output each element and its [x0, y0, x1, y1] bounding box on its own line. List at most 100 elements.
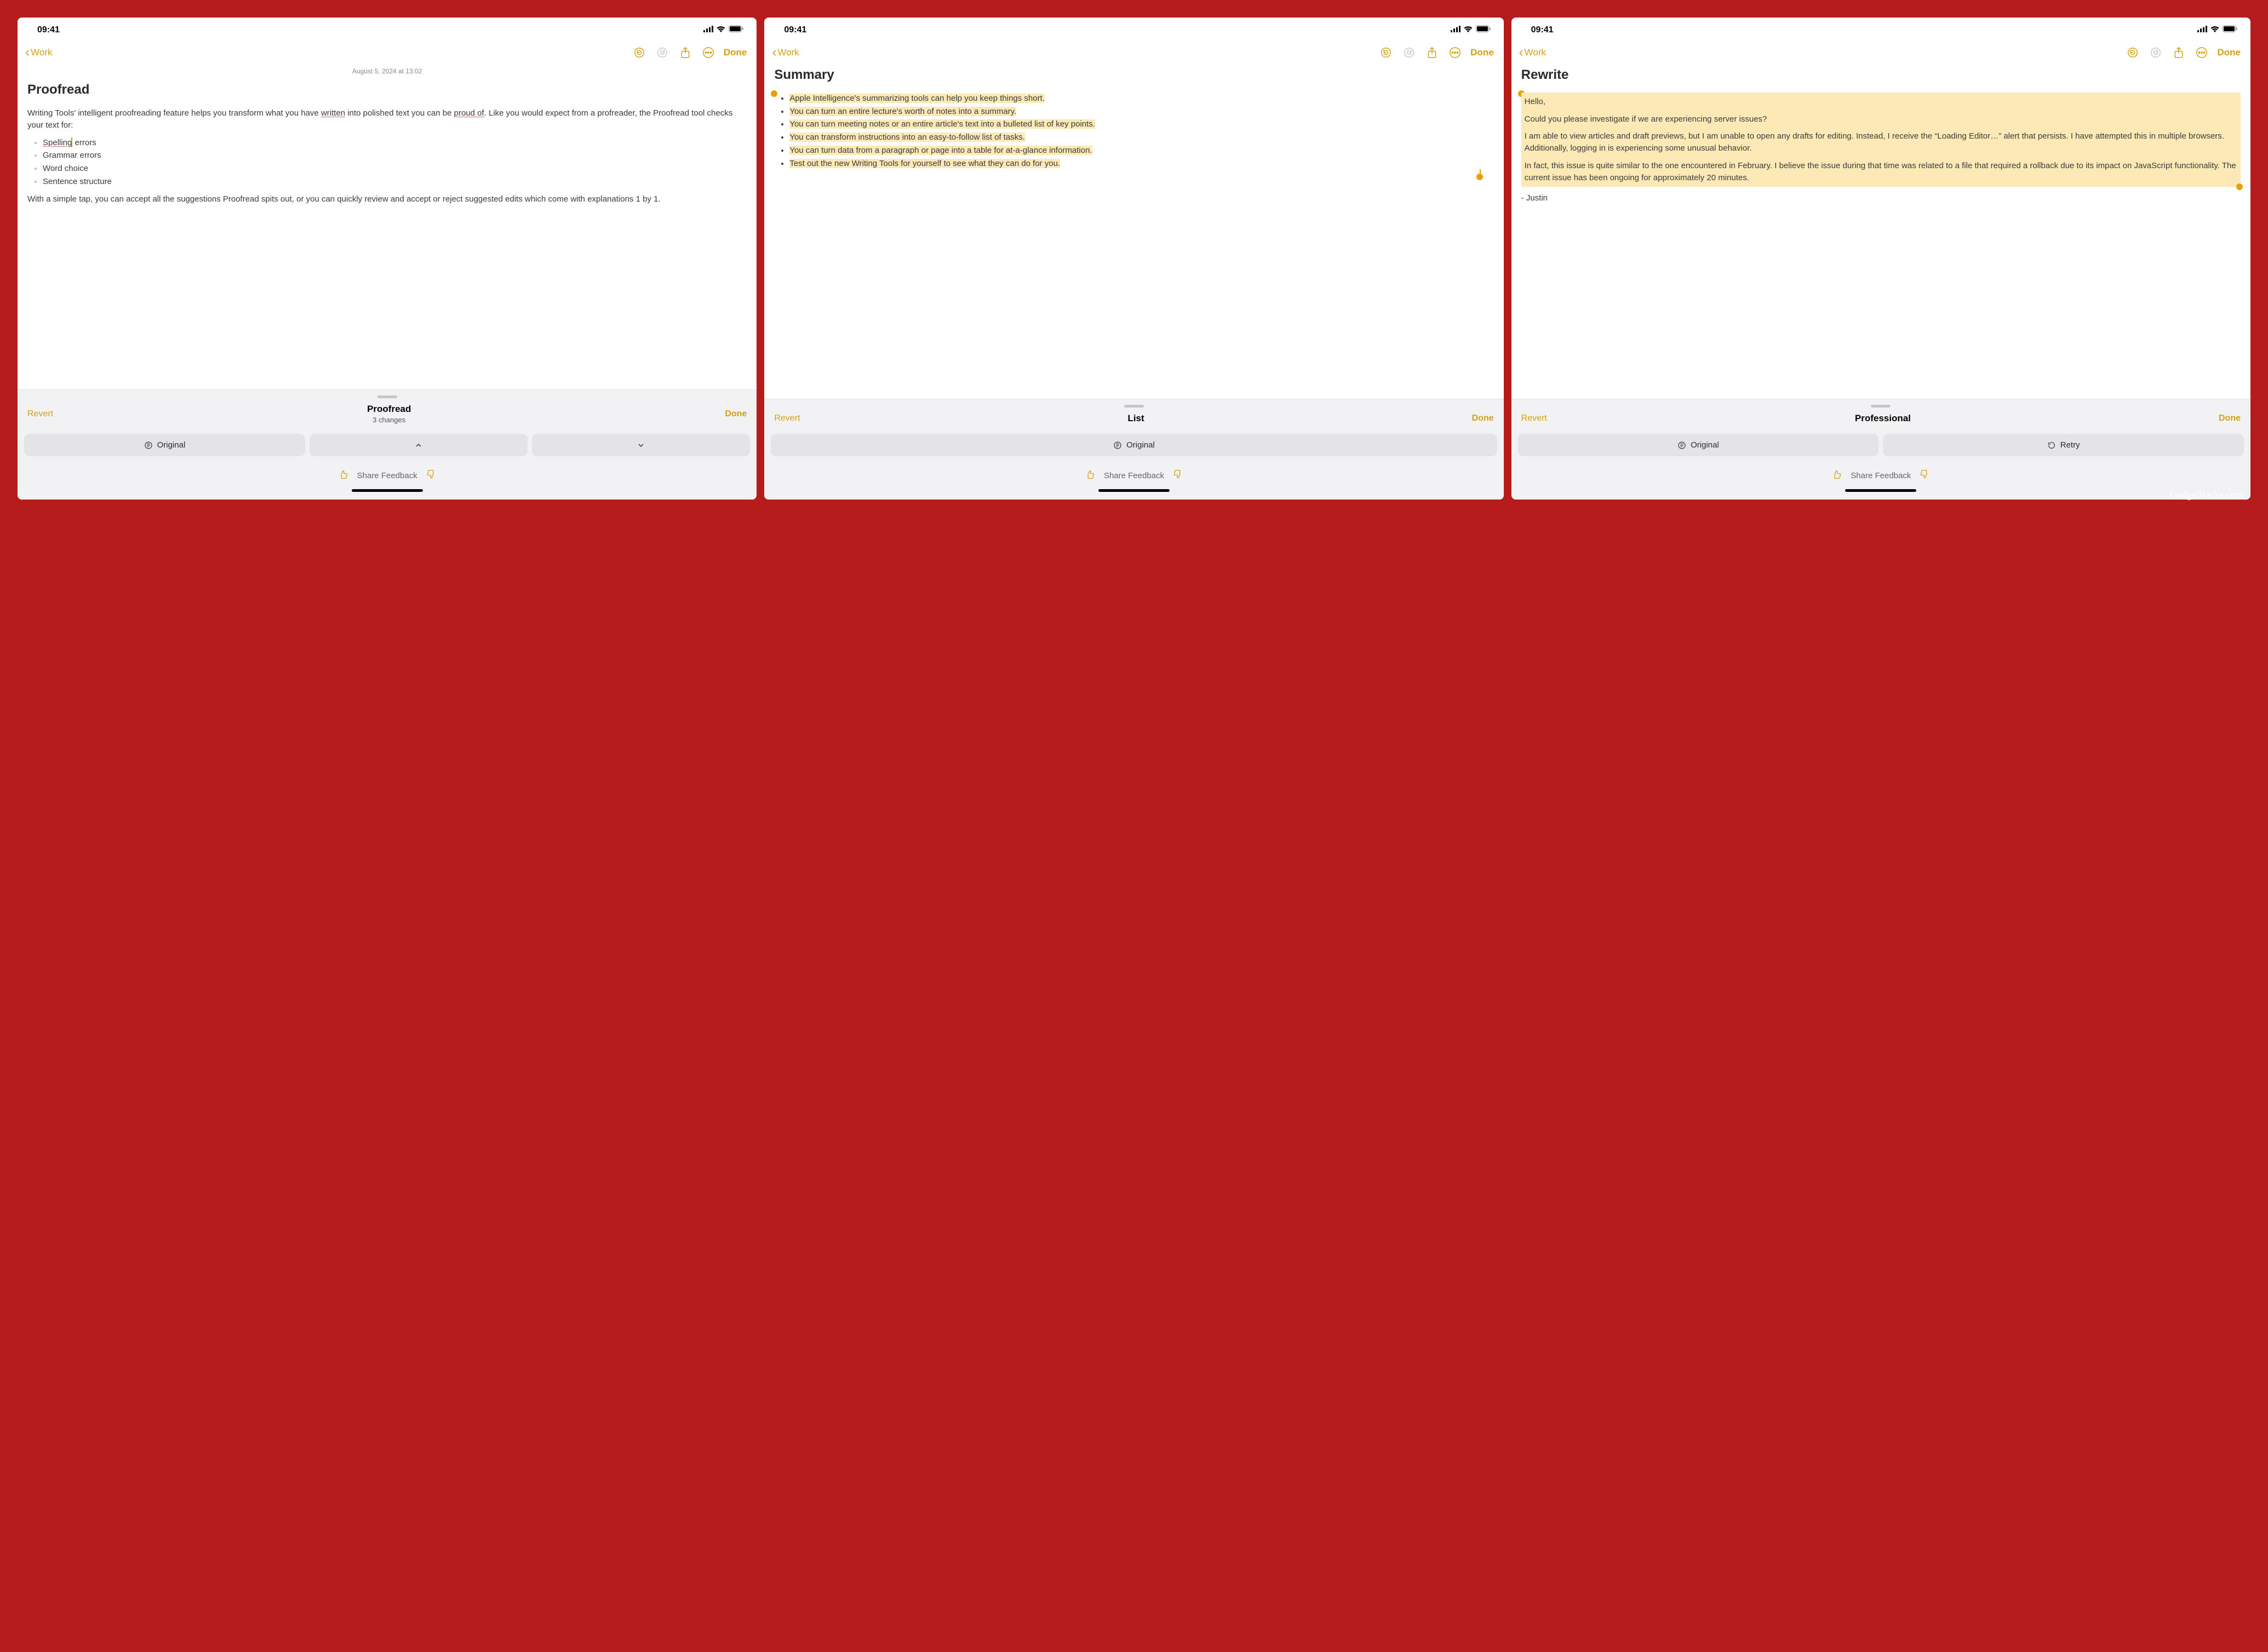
redo-icon[interactable]: [652, 43, 672, 62]
wifi-icon: [716, 25, 726, 35]
redo-icon[interactable]: [2146, 43, 2166, 62]
selection-handle-end-icon[interactable]: [1476, 174, 1483, 180]
retry-button[interactable]: Retry: [1883, 434, 2244, 456]
thumbs-up-icon[interactable]: [339, 469, 348, 481]
next-change-button[interactable]: [532, 434, 750, 456]
nav-toolbar: ‹ Work Done: [764, 39, 1503, 66]
list-item: You can turn an entire lecture's worth o…: [789, 106, 1493, 118]
note-date: August 5, 2024 at 13:02: [27, 67, 747, 76]
home-indicator[interactable]: [1098, 489, 1170, 492]
original-button[interactable]: Original: [771, 434, 1497, 456]
original-icon: [1677, 441, 1686, 450]
highlighted-text: Hello, Could you please investigate if w…: [1521, 93, 2241, 187]
list-item: Sentence structure: [43, 176, 747, 188]
more-icon[interactable]: [1445, 43, 1465, 62]
note-body[interactable]: Summary Apple Intelligence's summarizing…: [764, 66, 1503, 399]
revert-button[interactable]: Revert: [27, 409, 53, 419]
share-icon[interactable]: [2169, 43, 2189, 62]
original-button[interactable]: Original: [24, 434, 305, 456]
chevron-left-icon: ‹: [772, 46, 776, 59]
redo-icon[interactable]: [1399, 43, 1419, 62]
status-time: 09:41: [37, 25, 60, 35]
share-icon[interactable]: [1422, 43, 1442, 62]
note-title: Proofread: [27, 81, 747, 100]
battery-icon: [1476, 25, 1491, 35]
nav-toolbar: ‹ Work Done: [18, 39, 757, 66]
original-icon: [1113, 441, 1122, 450]
selection-handle-end-icon[interactable]: [2236, 183, 2243, 190]
sheet-title: Professional: [1855, 413, 1911, 424]
thumbs-up-icon[interactable]: [1085, 469, 1095, 481]
battery-icon: [729, 25, 743, 35]
home-indicator[interactable]: [1845, 489, 1916, 492]
watermark: GadgetHacks.com: [2170, 489, 2243, 501]
underlined-word: proud of: [454, 108, 484, 118]
cellular-icon: [703, 25, 713, 35]
list-item: You can turn meeting notes or an entire …: [789, 118, 1493, 130]
summary-bullet-list: Apple Intelligence's summarizing tools c…: [774, 93, 1493, 170]
original-button[interactable]: Original: [1518, 434, 1879, 456]
sheet-grabber[interactable]: [377, 395, 397, 398]
thumbs-down-icon[interactable]: [1173, 469, 1183, 481]
back-button[interactable]: ‹ Work: [1519, 46, 1546, 59]
back-label: Work: [1525, 47, 1546, 58]
prev-change-button[interactable]: [310, 434, 528, 456]
more-icon[interactable]: [698, 43, 718, 62]
thumbs-up-icon[interactable]: [1832, 469, 1842, 481]
sheet-done-button[interactable]: Done: [725, 409, 747, 419]
share-icon[interactable]: [675, 43, 695, 62]
bullet-list: Spelling errors Grammar errors Word choi…: [27, 137, 747, 188]
thumbs-down-icon[interactable]: [426, 469, 436, 481]
more-icon[interactable]: [2192, 43, 2212, 62]
wifi-icon: [2210, 25, 2220, 35]
list-item: Grammar errors: [43, 150, 747, 162]
note-body[interactable]: August 5, 2024 at 13:02 Proofread Writin…: [18, 66, 757, 389]
done-button[interactable]: Done: [2215, 47, 2243, 58]
sheet-done-button[interactable]: Done: [1472, 414, 1494, 423]
underlined-word: written: [321, 108, 345, 118]
sheet-done-button[interactable]: Done: [2219, 414, 2241, 423]
undo-icon[interactable]: [1376, 43, 1396, 62]
paragraph: Hello,: [1525, 96, 2237, 108]
paragraph: I am able to view articles and draft pre…: [1525, 130, 2237, 154]
signature: - Justin: [1521, 192, 2241, 204]
done-button[interactable]: Done: [721, 47, 749, 58]
status-bar: 09:41: [18, 18, 757, 39]
back-label: Work: [777, 47, 799, 58]
share-feedback-label[interactable]: Share Feedback: [357, 471, 417, 480]
revert-button[interactable]: Revert: [1521, 414, 1547, 423]
revert-button[interactable]: Revert: [774, 414, 800, 423]
sheet-grabber[interactable]: [1124, 405, 1144, 408]
cellular-icon: [1451, 25, 1461, 35]
status-time: 09:41: [1531, 25, 1554, 35]
back-button[interactable]: ‹ Work: [772, 46, 799, 59]
chevron-up-icon: [414, 441, 423, 450]
paragraph: In fact, this issue is quite similar to …: [1525, 160, 2237, 184]
sheet-grabber[interactable]: [1871, 405, 1891, 408]
chevron-down-icon: [637, 441, 645, 450]
paragraph: With a simple tap, you can accept all th…: [27, 193, 747, 205]
writing-tools-sheet: Revert List Done Original Share Feedback: [764, 399, 1503, 500]
phone-summary: 09:41 ‹ Work Done Summary Ap: [764, 18, 1503, 500]
share-feedback-label[interactable]: Share Feedback: [1851, 471, 1911, 480]
note-title: Rewrite: [1521, 66, 2241, 85]
note-title: Summary: [774, 66, 1493, 85]
three-phone-layout: 09:41 ‹ Work Done August 5, 2024 at 13:0…: [11, 11, 2257, 506]
status-time: 09:41: [784, 25, 806, 35]
cellular-icon: [2197, 25, 2207, 35]
chevron-left-icon: ‹: [25, 46, 30, 59]
list-item: You can transform instructions into an e…: [789, 131, 1493, 144]
home-indicator[interactable]: [352, 489, 423, 492]
undo-icon[interactable]: [2123, 43, 2143, 62]
paragraph: Writing Tools' intelligent proofreading …: [27, 107, 747, 131]
undo-icon[interactable]: [629, 43, 649, 62]
note-body[interactable]: Rewrite Hello, Could you please investig…: [1511, 66, 2250, 399]
list-item: Word choice: [43, 163, 747, 175]
thumbs-down-icon[interactable]: [1920, 469, 1929, 481]
back-button[interactable]: ‹ Work: [25, 46, 52, 59]
done-button[interactable]: Done: [1468, 47, 1496, 58]
status-bar: 09:41: [1511, 18, 2250, 39]
share-feedback-label[interactable]: Share Feedback: [1104, 471, 1164, 480]
list-item: Spelling errors: [43, 137, 747, 149]
writing-tools-sheet: Revert Proofread 3 changes Done Original…: [18, 389, 757, 500]
